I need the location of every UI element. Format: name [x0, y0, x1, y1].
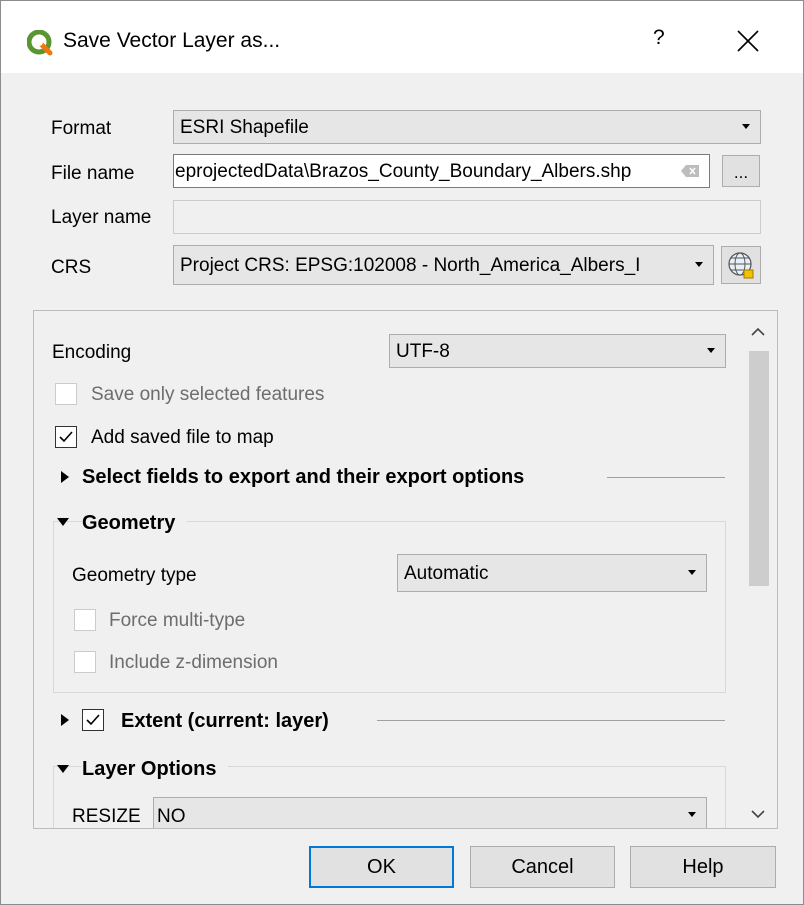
qgis-logo-icon	[27, 30, 53, 56]
chevron-down-icon	[688, 812, 696, 817]
checkmark-icon	[59, 431, 73, 443]
crs-label: CRS	[51, 257, 92, 278]
filename-input[interactable]: eprojectedData\Brazos_County_Boundary_Al…	[173, 154, 710, 188]
encoding-value: UTF-8	[396, 341, 450, 362]
checkmark-icon	[86, 714, 100, 726]
select-fields-group-title[interactable]: Select fields to export and their export…	[82, 466, 524, 489]
include-z-label: Include z-dimension	[109, 652, 278, 673]
browse-button[interactable]: ...	[722, 155, 760, 187]
clear-text-icon[interactable]	[681, 165, 699, 177]
layername-input[interactable]	[173, 200, 761, 234]
geometry-type-value: Automatic	[404, 563, 489, 584]
geometry-type-label: Geometry type	[72, 565, 197, 586]
title-bar: Save Vector Layer as... ?	[1, 1, 803, 73]
chevron-down-icon	[688, 570, 696, 575]
format-label: Format	[51, 118, 112, 139]
force-multi-checkbox[interactable]	[74, 609, 96, 631]
options-scroll-area[interactable]: Encoding UTF-8 Save only selected featur…	[33, 310, 778, 829]
chevron-down-icon	[695, 262, 703, 267]
collapse-arrow-icon[interactable]	[57, 765, 69, 773]
ok-button[interactable]: OK	[309, 846, 454, 888]
format-select[interactable]: ESRI Shapefile	[173, 110, 761, 144]
resize-label: RESIZE	[72, 806, 141, 827]
resize-value: NO	[157, 806, 186, 827]
layer-options-group-title[interactable]: Layer Options	[82, 758, 229, 781]
divider	[607, 477, 725, 478]
encoding-label: Encoding	[52, 342, 132, 363]
geometry-type-select[interactable]: Automatic	[397, 554, 707, 592]
add-to-map-checkbox[interactable]	[55, 426, 77, 448]
expand-arrow-icon[interactable]	[61, 714, 69, 726]
save-vector-layer-dialog: Save Vector Layer as... ? Format ESRI Sh…	[0, 0, 804, 905]
cancel-button[interactable]: Cancel	[470, 846, 615, 888]
encoding-select[interactable]: UTF-8	[389, 334, 726, 368]
close-icon[interactable]	[734, 27, 762, 55]
add-to-map-label: Add saved file to map	[91, 427, 274, 448]
divider	[377, 720, 725, 721]
scroll-thumb[interactable]	[749, 351, 769, 586]
include-z-checkbox[interactable]	[74, 651, 96, 673]
globe-icon	[728, 252, 754, 279]
filename-value: eprojectedData\Brazos_County_Boundary_Al…	[175, 161, 632, 182]
force-multi-label: Force multi-type	[109, 610, 246, 631]
scroll-down-icon[interactable]	[751, 809, 765, 819]
expand-arrow-icon[interactable]	[61, 471, 69, 483]
scroll-up-icon[interactable]	[751, 327, 765, 337]
layername-label: Layer name	[51, 207, 152, 228]
collapse-arrow-icon[interactable]	[57, 518, 69, 526]
context-help-button[interactable]: ?	[653, 26, 665, 50]
resize-select[interactable]: NO	[153, 797, 707, 828]
crs-value: Project CRS: EPSG:102008 - North_America…	[180, 255, 641, 276]
save-selected-label: Save only selected features	[91, 384, 325, 405]
crs-selector-button[interactable]	[721, 246, 761, 284]
geometry-group-title[interactable]: Geometry	[82, 512, 188, 535]
chevron-down-icon	[707, 348, 715, 353]
help-button[interactable]: Help	[630, 846, 776, 888]
filename-label: File name	[51, 163, 135, 184]
format-value: ESRI Shapefile	[180, 117, 309, 138]
save-selected-checkbox[interactable]	[55, 383, 77, 405]
extent-checkbox[interactable]	[82, 709, 104, 731]
extent-group-title[interactable]: Extent (current: layer)	[121, 710, 329, 733]
chevron-down-icon	[742, 124, 750, 129]
vertical-scrollbar[interactable]	[739, 311, 777, 828]
crs-select[interactable]: Project CRS: EPSG:102008 - North_America…	[173, 245, 714, 285]
dialog-title: Save Vector Layer as...	[63, 29, 281, 52]
